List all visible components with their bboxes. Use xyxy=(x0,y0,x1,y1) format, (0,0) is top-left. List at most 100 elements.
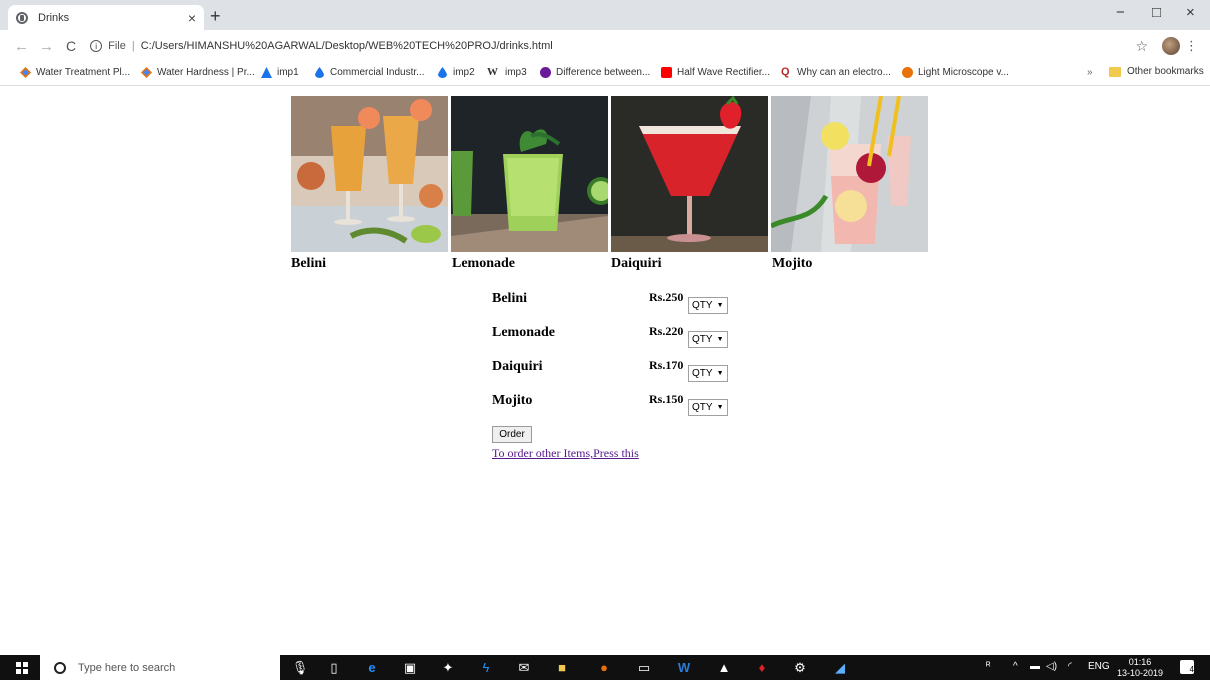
bookmark-label: Light Microscope v... xyxy=(918,67,1009,78)
acrobat-icon[interactable]: ♦ xyxy=(754,660,770,675)
qty-select[interactable]: QTY ▼ xyxy=(688,297,728,314)
clock-date: 13-10-2019 xyxy=(1117,668,1164,678)
menu-item-price: Rs.250 xyxy=(649,290,684,304)
qty-select-value: QTY xyxy=(692,300,713,311)
bookmark-label: Water Treatment Pl... xyxy=(36,67,131,78)
lemonade-image xyxy=(451,96,608,252)
chevron-up-icon[interactable]: ^ xyxy=(1013,661,1018,672)
bookmark-item[interactable]: imp2 xyxy=(437,67,475,78)
profile-avatar[interactable] xyxy=(1162,37,1180,55)
bookmarks-bar: Water Treatment Pl... Water Hardness | P… xyxy=(0,62,1210,86)
close-window-button[interactable]: × xyxy=(1186,4,1195,21)
address-bar[interactable]: i File | C:/Users/HIMANSHU%20AGARWAL/Des… xyxy=(90,40,553,52)
quora-icon: Q xyxy=(781,66,790,78)
globe-icon xyxy=(16,11,28,24)
settings-gear-icon[interactable]: ⚙ xyxy=(792,660,808,675)
notification-count: 4 xyxy=(1189,665,1194,674)
reload-icon[interactable]: C xyxy=(66,38,76,54)
notification-center-button[interactable]: 4 xyxy=(1180,660,1194,674)
chrome-icon[interactable]: ● xyxy=(596,660,612,675)
minimize-button[interactable]: − xyxy=(1116,4,1125,21)
chevron-down-icon: ▼ xyxy=(716,404,724,411)
menu-kebab-icon[interactable]: ⋮ xyxy=(1185,38,1198,54)
bookmark-item[interactable]: Q Why can an electro... xyxy=(781,66,891,79)
info-icon[interactable]: i xyxy=(90,40,103,52)
menu-item-name: Daiquiri xyxy=(492,359,543,374)
store-icon[interactable]: ▣ xyxy=(402,660,418,675)
wikipedia-icon: W xyxy=(487,66,498,78)
bookmark-label: Commercial Industr... xyxy=(330,67,425,78)
belini-image xyxy=(291,96,448,252)
bookmark-item[interactable]: Difference between... xyxy=(540,67,650,78)
folder-icon xyxy=(1109,66,1121,77)
menu-item-price: Rs.170 xyxy=(649,358,684,372)
diamond-icon xyxy=(141,67,152,78)
bookmark-item[interactable]: W imp3 xyxy=(487,66,527,79)
circle-icon xyxy=(902,67,913,78)
triangle-icon xyxy=(261,67,272,78)
url-scheme-label: File xyxy=(108,40,126,52)
taskbar-search-box[interactable]: Type here to search xyxy=(40,655,280,680)
chevron-down-icon: ▼ xyxy=(716,302,724,309)
bookmark-label: imp3 xyxy=(505,67,527,78)
qty-select[interactable]: QTY ▼ xyxy=(688,399,728,416)
windows-start-icon[interactable] xyxy=(16,662,28,674)
clock-time: 01:16 xyxy=(1128,657,1152,667)
bookmark-item[interactable]: Half Wave Rectifier... xyxy=(661,67,770,78)
order-other-items-link[interactable]: To order other Items,Press this xyxy=(492,446,639,461)
qty-select[interactable]: QTY ▼ xyxy=(688,331,728,348)
maximize-button[interactable]: □ xyxy=(1152,4,1161,21)
forward-icon[interactable]: → xyxy=(39,38,54,55)
wifi-icon[interactable]: ◜ xyxy=(1068,661,1072,672)
bookmark-item[interactable]: Water Hardness | Pr... xyxy=(141,67,255,78)
url-separator: | xyxy=(131,40,135,52)
lightning-icon[interactable]: ϟ xyxy=(478,660,494,675)
tab-close-button[interactable]: × xyxy=(188,10,196,26)
dropbox-icon[interactable]: ✦ xyxy=(440,660,456,675)
qty-select-value: QTY xyxy=(692,402,713,413)
window-app-icon[interactable]: ▭ xyxy=(636,660,652,675)
file-explorer-icon[interactable]: ■ xyxy=(554,660,570,675)
menu-item-name: Belini xyxy=(492,291,528,306)
drop-icon xyxy=(438,67,447,78)
photos-icon[interactable]: ▲ xyxy=(716,660,732,675)
microphone-icon[interactable]: 🎙 xyxy=(292,660,309,675)
chevron-down-icon: ▼ xyxy=(716,370,724,377)
diamond-icon xyxy=(20,67,31,78)
bookmark-star-icon[interactable]: ☆ xyxy=(1135,38,1148,55)
taskbar-clock[interactable]: 01:16 13-10-2019 xyxy=(1117,657,1163,679)
tab-title: Drinks xyxy=(38,11,70,24)
daiquiri-image xyxy=(611,96,768,252)
drink-caption: Belini xyxy=(291,256,327,271)
other-bookmarks-folder[interactable]: Other bookmarks xyxy=(1109,66,1204,77)
volume-icon[interactable]: ◁) xyxy=(1046,661,1057,672)
bookmark-label: imp2 xyxy=(453,67,475,78)
people-icon[interactable]: ᴿ xyxy=(986,661,991,672)
qty-select[interactable]: QTY ▼ xyxy=(688,365,728,382)
bookmark-item[interactable]: Light Microscope v... xyxy=(902,67,1009,78)
url-text[interactable]: C:/Users/HIMANSHU%20AGARWAL/Desktop/WEB%… xyxy=(141,40,553,52)
mail-icon[interactable]: ✉ xyxy=(516,660,532,675)
bookmark-item[interactable]: imp1 xyxy=(261,67,299,78)
browser-tab[interactable]: Drinks × xyxy=(8,5,204,30)
bookmark-label: imp1 xyxy=(277,67,299,78)
browser-toolbar: ← → C i File | C:/Users/HIMANSHU%20AGARW… xyxy=(0,30,1210,62)
circle-icon xyxy=(540,67,551,78)
bookmark-item[interactable]: Commercial Industr... xyxy=(314,67,424,78)
order-button[interactable]: Order xyxy=(492,426,532,443)
task-view-icon[interactable]: ▯ xyxy=(326,660,342,675)
app-icon[interactable]: ◢ xyxy=(832,660,848,675)
language-indicator[interactable]: ENG xyxy=(1088,661,1110,672)
back-icon[interactable]: ← xyxy=(14,38,29,55)
battery-icon[interactable]: ▬ xyxy=(1030,661,1040,672)
menu-item-price: Rs.150 xyxy=(649,392,684,406)
chevron-down-icon: ▼ xyxy=(716,336,724,343)
bookmark-label: Difference between... xyxy=(556,67,651,78)
qty-select-value: QTY xyxy=(692,334,713,345)
new-tab-button[interactable]: + xyxy=(210,6,221,27)
word-icon[interactable]: W xyxy=(676,660,692,675)
edge-icon[interactable]: e xyxy=(364,660,380,675)
menu-item-price: Rs.220 xyxy=(649,324,684,338)
bookmark-item[interactable]: Water Treatment Pl... xyxy=(20,67,130,78)
bookmarks-overflow-button[interactable]: » xyxy=(1087,67,1093,78)
